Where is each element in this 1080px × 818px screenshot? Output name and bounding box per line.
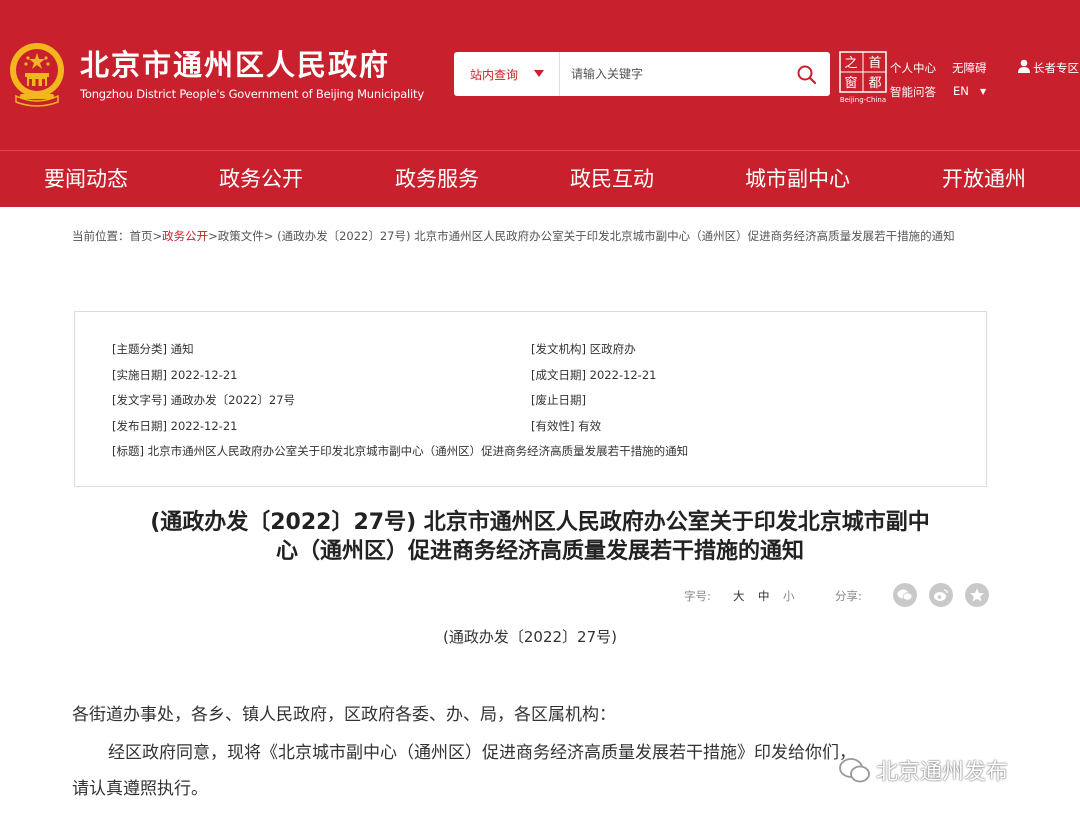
capital-logo-char-4: 都	[868, 76, 881, 91]
info-repeal-date: [废止日期]	[531, 393, 586, 407]
caret-down-icon: ▼	[980, 87, 987, 96]
capital-logo-caption: Beijing-China	[840, 96, 886, 104]
nav-item-open-tongzhou[interactable]: 开放通州	[942, 151, 1026, 208]
person-icon	[1018, 59, 1030, 73]
search-icon[interactable]	[796, 64, 818, 86]
site-title[interactable]: 北京市通州区人民政府	[80, 42, 390, 84]
nav-item-interaction[interactable]: 政民互动	[570, 151, 654, 208]
breadcrumb-separator: >	[208, 229, 218, 243]
article-paragraph-line-2: 请认真遵照执行。	[72, 779, 208, 799]
font-size-label: 字号:	[684, 589, 711, 603]
personal-center-link[interactable]: 个人中心	[890, 60, 936, 76]
watermark-text: 北京通州发布	[876, 760, 1009, 785]
search-box: 站内查询	[454, 52, 830, 96]
document-info-table: [主题分类] 通知 [发文机构] 区政府办 [实施日期] 2022-12-21 …	[74, 311, 987, 487]
share-label: 分享:	[835, 589, 862, 603]
main-nav: 要闻动态 政务公开 政务服务 政民互动 城市副中心 开放通州	[0, 150, 1080, 207]
site-subtitle: Tongzhou District People's Government of…	[80, 87, 424, 101]
capital-logo-char-1: 之	[844, 56, 857, 71]
search-scope-label: 站内查询	[470, 67, 519, 82]
chevron-down-icon	[534, 70, 544, 77]
font-size-large[interactable]: 大	[733, 588, 745, 604]
breadcrumb-separator: >	[263, 229, 274, 243]
breadcrumb-section[interactable]: 政务公开	[162, 229, 208, 243]
capital-logo-char-3: 窗	[844, 75, 857, 91]
accessibility-link[interactable]: 无障碍	[952, 60, 987, 76]
breadcrumb-separator: >	[152, 229, 163, 243]
info-doc-number: [发文字号] 通政办发〔2022〕27号	[112, 393, 296, 407]
font-size-medium[interactable]: 中	[758, 588, 770, 604]
language-switch[interactable]: EN	[953, 84, 969, 98]
info-validity: [有效性] 有效	[531, 419, 602, 433]
breadcrumb-current: (通政办发〔2022〕27号) 北京市通州区人民政府办公室关于印发北京城市副中心…	[273, 229, 955, 243]
search-scope-dropdown[interactable]: 站内查询	[454, 52, 560, 96]
breadcrumb-category[interactable]: 政策文件	[218, 229, 264, 243]
article-title-line-2: 心（通州区）促进商务经济高质量发展若干措施的通知	[275, 539, 804, 564]
wechat-icon[interactable]	[893, 583, 917, 607]
document-number: (通政办发〔2022〕27号)	[443, 628, 617, 646]
info-issuer: [发文机构] 区政府办	[531, 342, 636, 356]
breadcrumb-prefix: 当前位置：	[72, 229, 130, 243]
favorite-icon[interactable]	[965, 583, 989, 607]
nav-item-gov-affairs[interactable]: 政务公开	[219, 151, 303, 208]
info-title: [标题] 北京市通州区人民政府办公室关于印发北京城市副中心（通州区）促进商务经济…	[112, 444, 689, 458]
info-effective-date: [实施日期] 2022-12-21	[112, 368, 238, 382]
nav-item-gov-services[interactable]: 政务服务	[395, 151, 479, 208]
weibo-icon[interactable]	[929, 583, 953, 607]
search-input[interactable]	[561, 52, 791, 96]
nav-item-sub-center[interactable]: 城市副中心	[745, 151, 850, 208]
article-title: (通政办发〔2022〕27号) 北京市通州区人民政府办公室关于印发北京城市副中 …	[70, 508, 1010, 566]
article-title-line-1: (通政办发〔2022〕27号) 北京市通州区人民政府办公室关于印发北京城市副中	[150, 510, 930, 535]
info-written-date: [成文日期] 2022-12-21	[531, 368, 657, 382]
breadcrumb-home[interactable]: 首页	[130, 229, 153, 243]
elder-zone-link[interactable]: 长者专区	[1033, 60, 1079, 76]
capital-logo-char-2: 首	[868, 56, 881, 71]
article-addressee: 各街道办事处，各乡、镇人民政府，区政府各委、办、局，各区属机构：	[72, 705, 616, 725]
article-paragraph-line-1: 经区政府同意，现将《北京城市副中心（通州区）促进商务经济高质量发展若干措施》印发…	[108, 743, 856, 763]
nav-item-news[interactable]: 要闻动态	[44, 151, 128, 208]
info-topic: [主题分类] 通知	[112, 342, 194, 356]
smart-qa-link[interactable]: 智能问答	[890, 84, 936, 100]
national-emblem-icon	[10, 43, 64, 107]
capital-window-logo[interactable]: 之 首 窗 都 Beijing-China	[838, 50, 888, 104]
site-header: 北京市通州区人民政府 Tongzhou District People's Go…	[0, 0, 1080, 150]
wechat-watermark-icon	[839, 758, 870, 783]
font-size-small[interactable]: 小	[783, 588, 795, 604]
breadcrumb: 当前位置：首页>政务公开>政策文件> (通政办发〔2022〕27号) 北京市通州…	[72, 216, 992, 256]
info-publish-date: [发布日期] 2022-12-21	[112, 419, 238, 433]
